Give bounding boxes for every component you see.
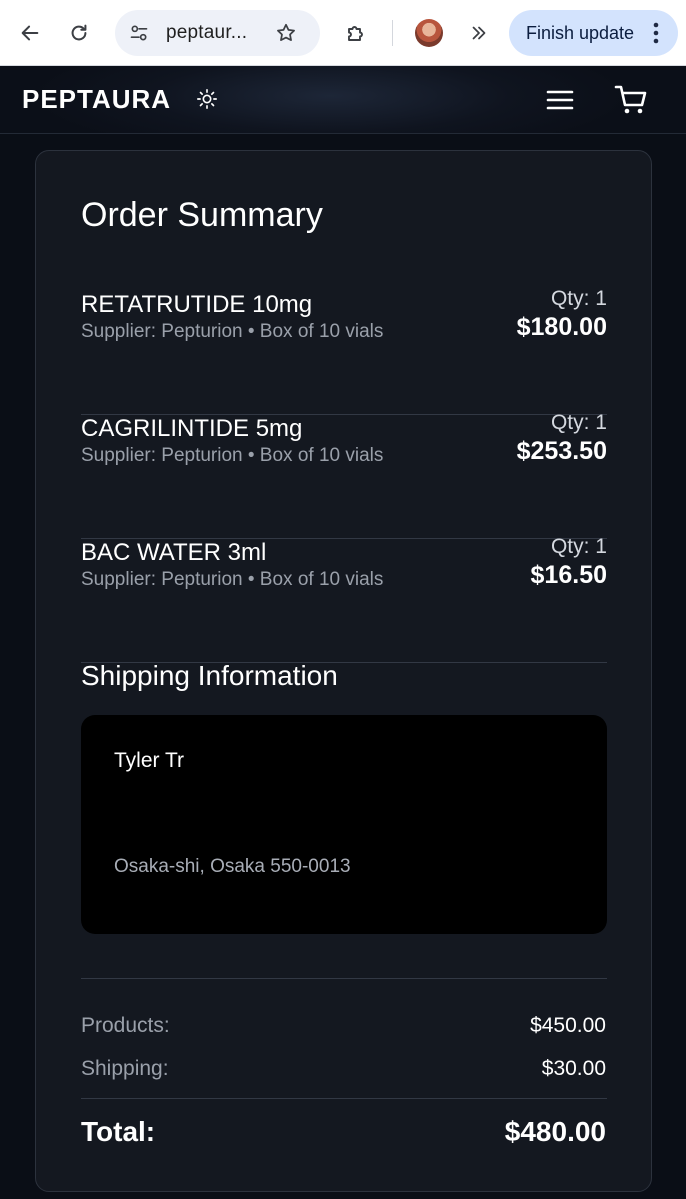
item-qty: Qty: 1 [550,535,607,558]
shipping-label: Shipping: [81,1057,169,1080]
shipping-info-title: Shipping Information [81,660,338,691]
shipping-value: $30.00 [541,1057,606,1080]
star-icon [277,23,295,42]
kebab-icon [653,22,659,44]
shipping-name: Tyler Tr [114,749,185,772]
tune-icon [130,25,148,41]
item-name: CAGRILINTIDE 5mg [81,415,303,442]
site-header: PEPTAURA [0,66,686,134]
finish-update-label: Finish update [526,23,635,43]
site-logo[interactable]: PEPTAURA [22,84,171,115]
reload-icon [71,24,87,41]
totals-divider [81,978,607,979]
extensions-button[interactable] [340,17,372,49]
hamburger-icon [546,90,574,110]
total-value: $480.00 [504,1116,606,1147]
item-supplier: Supplier: Pepturion • Box of 10 vials [81,569,384,590]
item-name: RETATRUTIDE 10mg [81,291,313,318]
item-price: $180.00 [516,313,607,341]
puzzle-icon [348,26,363,41]
order-item: CAGRILINTIDE 5mg Supplier: Pepturion • B… [81,411,607,539]
finish-update-button[interactable]: Finish update [509,10,678,56]
more-tools-button[interactable] [464,17,494,49]
browser-toolbar: peptaur... Finish update [0,0,686,66]
item-qty: Qty: 1 [550,411,607,434]
order-summary-card: Order Summary RETATRUTIDE 10mg Supplier:… [35,150,652,1192]
item-supplier: Supplier: Pepturion • Box of 10 vials [81,445,384,466]
total-label: Total: [81,1116,156,1147]
order-summary-title: Order Summary [81,196,323,234]
item-price: $16.50 [530,561,607,589]
item-name: BAC WATER 3ml [81,539,267,566]
theme-toggle-button[interactable] [194,86,220,112]
address-bar[interactable]: peptaur... [115,10,320,56]
cart-button[interactable] [612,82,650,118]
products-value: $450.00 [530,1014,606,1037]
url-text[interactable]: peptaur... [166,22,247,44]
item-qty: Qty: 1 [550,287,607,310]
sun-icon [197,89,217,109]
browser-menu-button[interactable] [649,21,663,45]
cart-icon [614,85,647,114]
total-divider [81,1098,607,1099]
shipping-city-line: Osaka-shi, Osaka 550-0013 [114,856,351,877]
reload-button[interactable] [63,17,95,49]
toolbar-divider [392,20,393,46]
menu-button[interactable] [544,85,576,115]
bookmark-button[interactable] [273,20,299,46]
order-item: RETATRUTIDE 10mg Supplier: Pepturion • B… [81,287,607,415]
site-info-button[interactable] [127,21,151,45]
profile-avatar[interactable] [415,19,443,47]
item-price: $253.50 [516,437,607,465]
shipping-address-box: Tyler Tr Osaka-shi, Osaka 550-0013 [81,715,607,934]
order-item: BAC WATER 3ml Supplier: Pepturion • Box … [81,535,607,663]
products-label: Products: [81,1014,170,1037]
back-button[interactable] [14,17,46,49]
double-chevron-icon [472,26,486,40]
back-arrow-icon [21,25,39,41]
item-supplier: Supplier: Pepturion • Box of 10 vials [81,321,384,342]
